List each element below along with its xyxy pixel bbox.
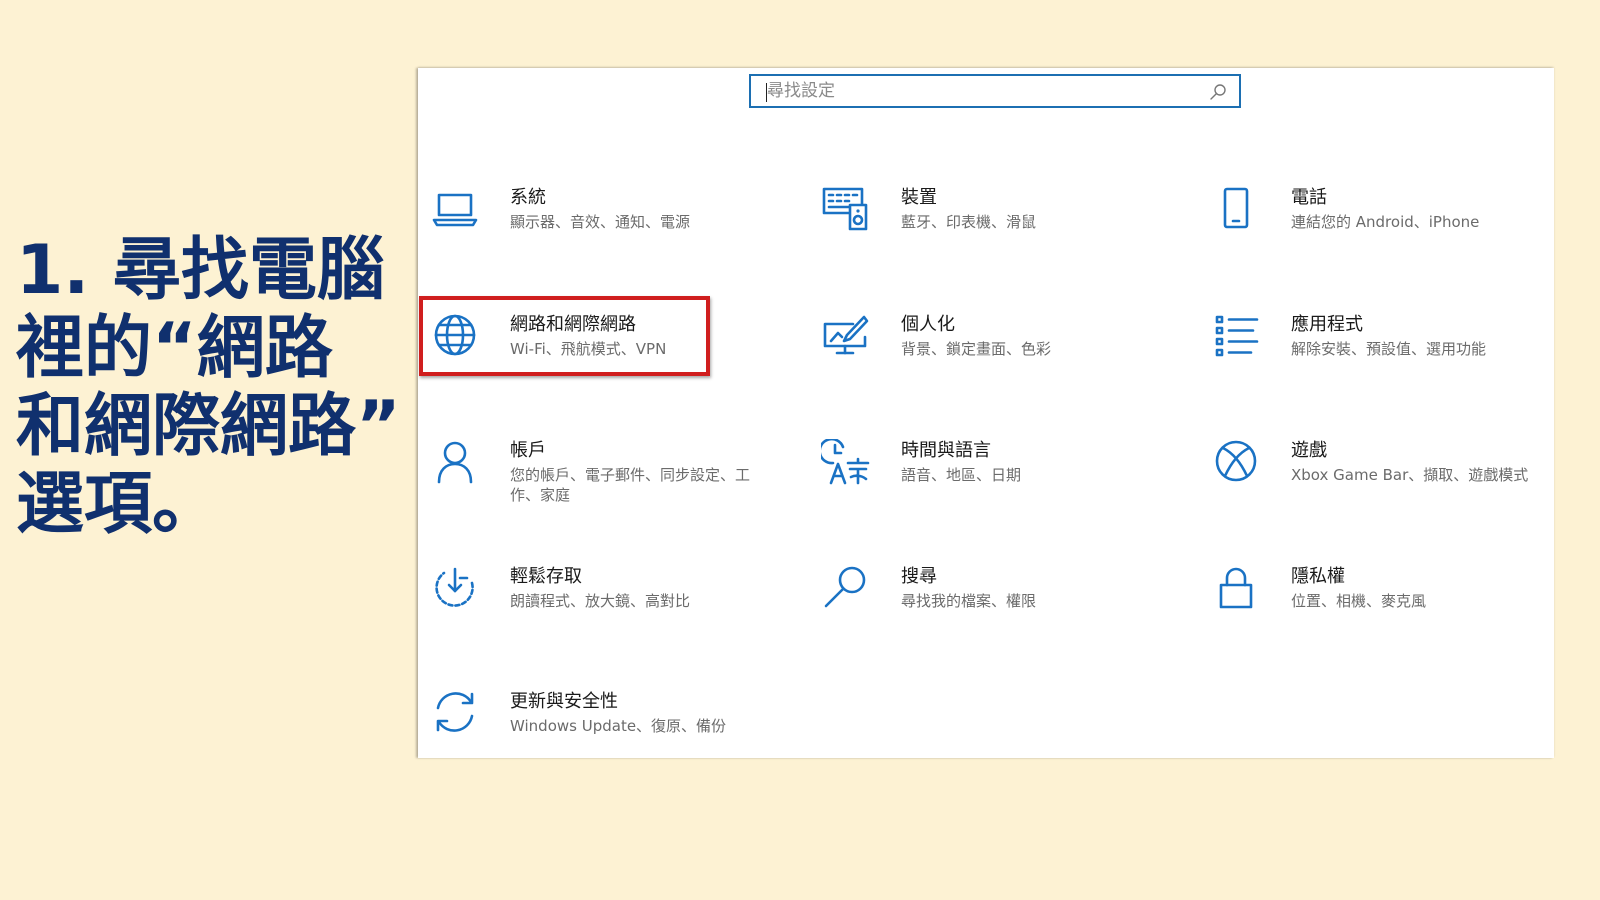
highlight-box (419, 296, 710, 376)
tile-title: 遊戲 (1291, 440, 1327, 461)
tile-update-security[interactable]: 更新與安全性 Windows Update、復原、備份 (418, 690, 778, 758)
tile-system[interactable]: 系統 顯示器、音效、通知、電源 (418, 186, 778, 276)
instruction-line-3: 和網際網路” (16, 387, 401, 466)
instruction-line-1: 1. 尋找電腦 (16, 231, 385, 310)
instruction-line-2: 裡的“網路 (16, 309, 333, 388)
tile-description: 顯示器、音效、通知、電源 (510, 213, 691, 231)
ease-of-access-icon (430, 565, 480, 613)
xbox-icon (1211, 439, 1261, 487)
instruction-text: 1. 尋找電腦 裡的“網路 和網際網路” 選項。 (16, 232, 416, 544)
update-sync-icon (430, 690, 480, 738)
tile-description: 位置、相機、麥克風 (1291, 592, 1427, 610)
tile-search[interactable]: 搜尋 尋找我的檔案、權限 (809, 565, 1169, 655)
personalization-icon (821, 313, 871, 361)
time-language-icon (821, 439, 871, 487)
tile-title: 個人化 (901, 314, 955, 335)
tile-title: 搜尋 (901, 566, 937, 587)
tile-title: 裝置 (901, 187, 937, 208)
tile-ease-of-access[interactable]: 輕鬆存取 朗讀程式、放大鏡、高對比 (418, 565, 778, 655)
tile-personalization[interactable]: 個人化 背景、鎖定畫面、色彩 (809, 313, 1169, 403)
search-input[interactable] (767, 80, 1187, 102)
phone-icon (1211, 186, 1261, 234)
search-magnifier-icon (821, 565, 871, 613)
tile-description: Windows Update、復原、備份 (510, 717, 727, 735)
tile-privacy[interactable]: 隱私權 位置、相機、麥克風 (1199, 565, 1554, 655)
tile-devices[interactable]: 裝置 藍牙、印表機、滑鼠 (809, 186, 1169, 276)
tile-apps[interactable]: 應用程式 解除安裝、預設值、選用功能 (1199, 313, 1554, 403)
tile-title: 更新與安全性 (510, 691, 618, 712)
tile-title: 電話 (1291, 187, 1327, 208)
tile-description: 解除安裝、預設值、選用功能 (1291, 340, 1487, 358)
tile-accounts[interactable]: 帳戶 您的帳戶、電子郵件、同步設定、工作、家庭 (418, 439, 778, 529)
devices-icon (821, 186, 871, 234)
tile-description: Xbox Game Bar、擷取、遊戲模式 (1291, 466, 1529, 484)
tile-title: 時間與語言 (901, 440, 991, 461)
settings-window: 系統 顯示器、音效、通知、電源 裝置 藍牙、印表機、滑鼠 電話 連結您的 And… (418, 68, 1554, 758)
tile-title: 隱私權 (1291, 566, 1345, 587)
instruction-line-4: 選項。 (16, 465, 221, 544)
apps-list-icon (1211, 313, 1261, 361)
tile-gaming[interactable]: 遊戲 Xbox Game Bar、擷取、遊戲模式 (1199, 439, 1554, 529)
settings-search-box[interactable] (749, 74, 1241, 108)
tile-description: 朗讀程式、放大鏡、高對比 (510, 592, 691, 610)
tile-description: 連結您的 Android、iPhone (1291, 213, 1480, 231)
tile-time-language[interactable]: 時間與語言 語音、地區、日期 (809, 439, 1169, 529)
tile-description: 藍牙、印表機、滑鼠 (901, 213, 1037, 231)
person-icon (430, 439, 480, 487)
tile-phone[interactable]: 電話 連結您的 Android、iPhone (1199, 186, 1554, 276)
tile-description: 尋找我的檔案、權限 (901, 592, 1037, 610)
tile-title: 帳戶 (510, 440, 546, 461)
lock-icon (1211, 565, 1261, 613)
tile-title: 應用程式 (1291, 314, 1363, 335)
text-caret (766, 83, 767, 102)
tile-title: 輕鬆存取 (510, 566, 582, 587)
tile-title: 系統 (510, 187, 546, 208)
tile-description: 語音、地區、日期 (901, 466, 1022, 484)
search-icon[interactable] (1209, 83, 1227, 101)
tile-description: 您的帳戶、電子郵件、同步設定、工作、家庭 (510, 466, 751, 504)
tile-description: 背景、鎖定畫面、色彩 (901, 340, 1052, 358)
laptop-icon (430, 186, 480, 234)
